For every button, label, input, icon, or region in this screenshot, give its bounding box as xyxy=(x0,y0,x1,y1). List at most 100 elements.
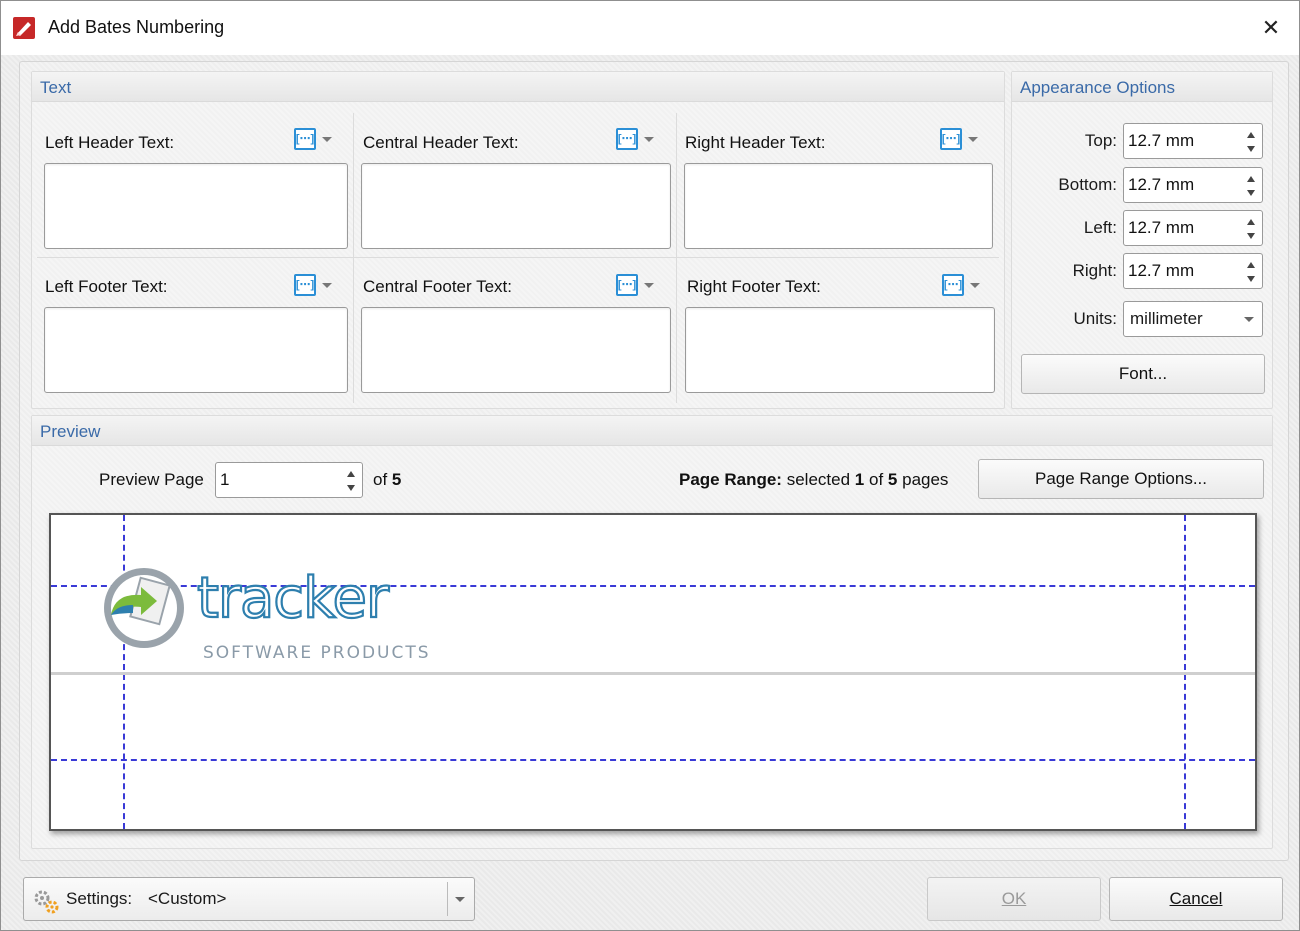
settings-label: Settings: xyxy=(66,889,133,908)
svg-text:tracker: tracker xyxy=(197,573,390,625)
left-margin-spinner[interactable] xyxy=(1123,210,1263,246)
cancel-button[interactable]: Cancel xyxy=(1109,877,1283,921)
right-header-text-input[interactable] xyxy=(684,163,993,249)
spin-down-icon[interactable] xyxy=(1247,190,1255,196)
macro-icon: [⋯] xyxy=(294,128,316,150)
units-select[interactable]: millimeter xyxy=(1123,301,1263,337)
dialog-title: Add Bates Numbering xyxy=(48,17,225,37)
central-header-macro-button[interactable]: [⋯] xyxy=(607,123,663,155)
page-range-options-label: Page Range Options... xyxy=(1034,469,1207,488)
left-margin-label: Left: xyxy=(1083,218,1117,237)
column-divider xyxy=(676,113,677,403)
central-header-label: Central Header Text: xyxy=(363,133,519,152)
font-button-label: Font... xyxy=(1118,364,1168,383)
page-range-selected: 1 xyxy=(854,470,865,489)
left-header-macro-button[interactable]: [⋯] xyxy=(285,123,341,155)
right-margin-label: Right: xyxy=(1072,261,1117,280)
total-pages: 5 xyxy=(391,470,402,489)
page-range-label: Page Range: xyxy=(679,470,782,489)
macro-icon: [⋯] xyxy=(940,128,962,150)
bottom-margin-guide xyxy=(51,759,1255,761)
preview-title: Preview xyxy=(40,422,101,441)
preview-page-total: of 5 xyxy=(373,470,401,490)
macro-icon: [⋯] xyxy=(616,128,638,150)
right-footer-macro-button[interactable]: [⋯] xyxy=(933,269,989,301)
ok-button-label: OK xyxy=(1001,889,1027,908)
bottom-margin-label: Bottom: xyxy=(1058,175,1117,194)
right-margin-input[interactable] xyxy=(1128,258,1238,284)
combo-divider xyxy=(447,882,448,916)
page-range-pages: pages xyxy=(902,470,949,489)
dropdown-caret-icon xyxy=(322,136,332,142)
left-header-text-input[interactable] xyxy=(44,163,348,249)
dropdown-caret-icon[interactable] xyxy=(455,897,465,902)
page-range-text: selected xyxy=(786,470,851,489)
settings-combo[interactable]: Settings: <Custom> xyxy=(23,877,475,921)
row-divider xyxy=(37,257,999,258)
dialog-window: Add Bates Numbering ✕ Text Left Header T… xyxy=(0,0,1300,931)
right-footer-label: Right Footer Text: xyxy=(687,277,821,296)
preview-canvas: tracker SOFTWARE PRODUCTS tracker xyxy=(49,513,1257,831)
left-margin-input[interactable] xyxy=(1128,215,1238,241)
dropdown-caret-icon xyxy=(970,282,980,288)
spin-down-icon[interactable] xyxy=(1247,146,1255,152)
column-divider xyxy=(353,113,354,403)
left-footer-macro-button[interactable]: [⋯] xyxy=(285,269,341,301)
spin-up-icon[interactable] xyxy=(1247,132,1255,138)
preview-header xyxy=(32,416,1272,446)
spin-down-icon[interactable] xyxy=(1247,233,1255,239)
bottom-margin-spinner[interactable] xyxy=(1123,167,1263,203)
tracker-tagline: SOFTWARE PRODUCTS xyxy=(203,643,431,663)
top-margin-input[interactable] xyxy=(1128,128,1238,154)
cancel-button-label: Cancel xyxy=(1169,889,1223,908)
of-text: of xyxy=(373,470,388,489)
right-footer-text-input[interactable] xyxy=(685,307,995,393)
settings-value: <Custom> xyxy=(148,889,227,908)
left-header-label: Left Header Text: xyxy=(45,133,175,152)
dropdown-caret-icon xyxy=(644,136,654,142)
macro-icon: [⋯] xyxy=(942,274,964,296)
page-range-options-button[interactable]: Page Range Options... xyxy=(978,459,1264,499)
central-header-text-input[interactable] xyxy=(361,163,671,249)
spin-down-icon[interactable] xyxy=(1247,276,1255,282)
font-button[interactable]: Font... xyxy=(1021,354,1265,394)
dropdown-caret-icon xyxy=(1244,317,1254,322)
spin-up-icon[interactable] xyxy=(347,471,355,477)
right-header-label: Right Header Text: xyxy=(685,133,826,152)
left-footer-text-input[interactable] xyxy=(44,307,348,393)
top-margin-label: Top: xyxy=(1084,131,1117,150)
tracker-logo-icon xyxy=(104,568,184,648)
spin-up-icon[interactable] xyxy=(1247,176,1255,182)
left-footer-label: Left Footer Text: xyxy=(45,277,168,296)
preview-page-spinner[interactable] xyxy=(215,462,363,498)
units-label: Units: xyxy=(1073,309,1117,328)
central-footer-text-input[interactable] xyxy=(361,307,671,393)
right-margin-spinner[interactable] xyxy=(1123,253,1263,289)
page-range-of: of xyxy=(868,470,884,489)
central-footer-macro-button[interactable]: [⋯] xyxy=(607,269,663,301)
text-group-header xyxy=(32,72,1004,102)
central-footer-label: Central Footer Text: xyxy=(363,277,512,296)
top-margin-spinner[interactable] xyxy=(1123,123,1263,159)
bottom-margin-input[interactable] xyxy=(1128,172,1238,198)
page-break-line xyxy=(51,672,1255,675)
right-header-macro-button[interactable]: [⋯] xyxy=(931,123,987,155)
preview-page-label: Preview Page xyxy=(99,470,204,489)
settings-gear-icon xyxy=(34,890,59,914)
title-bar: Add Bates Numbering ✕ xyxy=(1,1,1299,55)
dialog-footer: Settings: <Custom> OK Cancel xyxy=(19,873,1289,925)
ok-button[interactable]: OK xyxy=(927,877,1101,921)
close-icon: ✕ xyxy=(1261,15,1281,40)
text-group-title: Text xyxy=(40,78,72,97)
units-select-value: millimeter xyxy=(1130,309,1203,328)
spin-up-icon[interactable] xyxy=(1247,262,1255,268)
preview-page-input[interactable] xyxy=(220,467,330,493)
spin-down-icon[interactable] xyxy=(347,485,355,491)
tracker-logo: tracker SOFTWARE PRODUCTS tracker xyxy=(101,565,481,663)
appearance-options-title: Appearance Options xyxy=(1020,78,1175,97)
page-range-total: 5 xyxy=(887,470,898,489)
tracker-wordmark: tracker xyxy=(197,573,392,625)
spin-up-icon[interactable] xyxy=(1247,219,1255,225)
close-button[interactable]: ✕ xyxy=(1243,1,1299,55)
dropdown-caret-icon xyxy=(322,282,332,288)
